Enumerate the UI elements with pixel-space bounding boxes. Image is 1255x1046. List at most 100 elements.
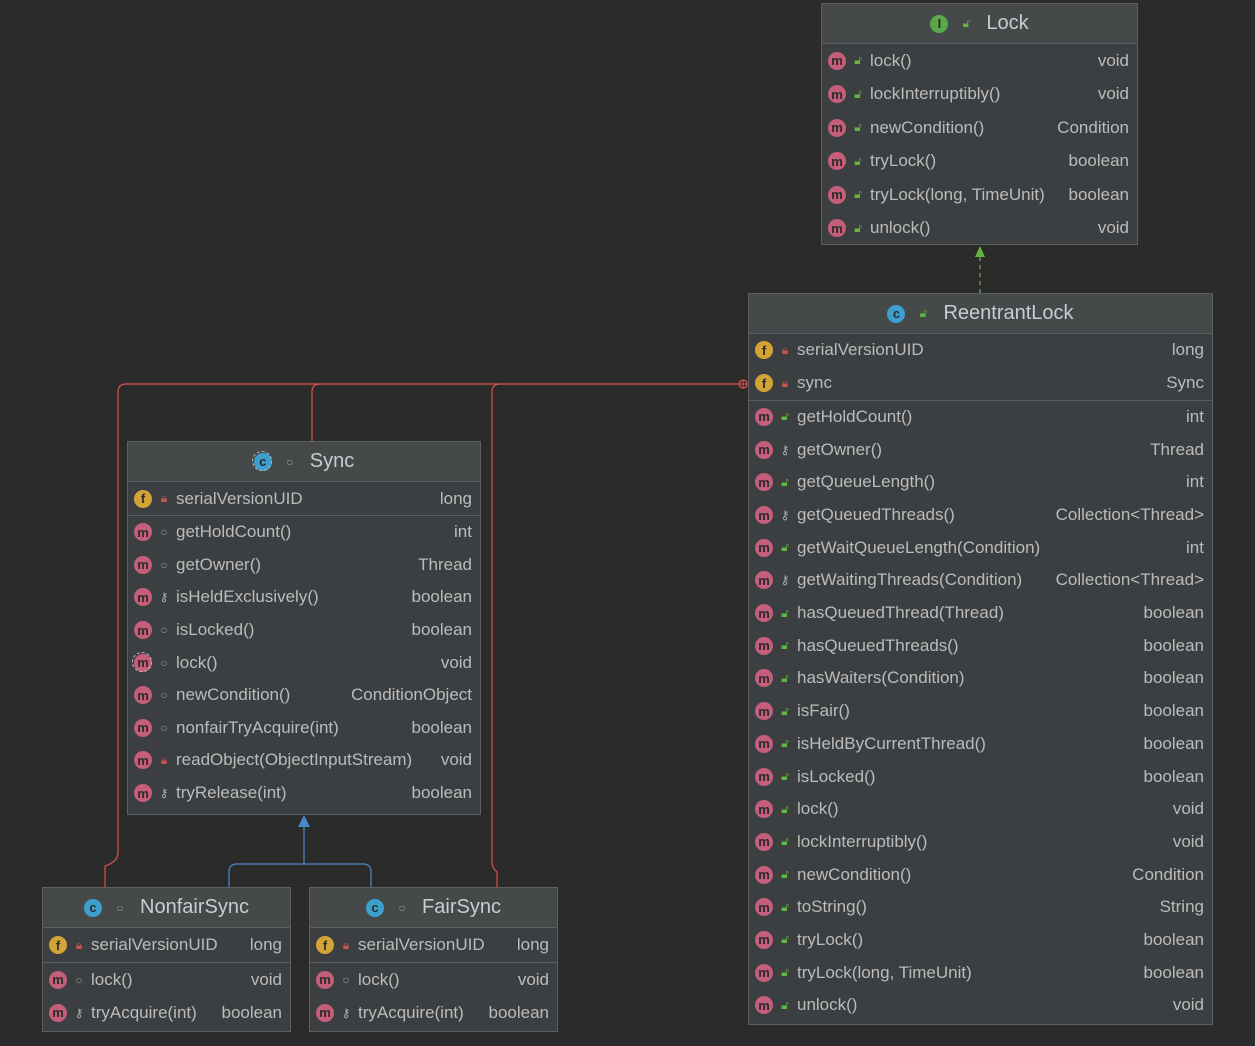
method-row[interactable]: m 🔓︎ getWaitQueueLength(Condition) int	[749, 531, 1212, 564]
private-icon: 🔒︎	[75, 937, 83, 952]
package-private-icon: ○	[160, 557, 168, 572]
method-row[interactable]: m 🔓︎ lock() void	[822, 44, 1137, 78]
method-icon: m	[755, 767, 773, 786]
method-icon: m	[755, 604, 773, 623]
method-row[interactable]: m ○ getHoldCount() int	[128, 516, 480, 549]
method-return-type: boolean	[488, 1002, 549, 1022]
sync-header: c ○ Sync	[128, 442, 480, 482]
method-icon: m	[755, 865, 773, 884]
method-name: tryLock()	[797, 929, 864, 949]
public-icon: 🔓︎	[781, 932, 789, 947]
package-private-icon: ○	[116, 900, 124, 915]
reentrantlock-methods-section: m 🔓︎ getHoldCount() int m ⚷ getOwner() Thread m 🔓…	[749, 401, 1212, 1022]
method-name: newCondition()	[176, 685, 291, 705]
method-row[interactable]: m 🔓︎ tryLock() boolean	[822, 145, 1137, 179]
method-row[interactable]: m ⚷ getWaitingThreads(Condition) Collection…	[749, 564, 1212, 597]
public-icon: 🔓︎	[781, 409, 789, 424]
method-name: newCondition()	[870, 117, 985, 137]
method-return-type: int	[1186, 472, 1204, 492]
private-icon: 🔒︎	[781, 375, 789, 390]
method-row[interactable]: m 🔓︎ lockInterruptibly() void	[822, 78, 1137, 112]
method-row[interactable]: m 🔓︎ unlock() void	[822, 212, 1137, 246]
method-name: getQueueLength()	[797, 472, 935, 492]
method-return-type: ConditionObject	[351, 685, 472, 705]
method-name: hasQueuedThread(Thread)	[797, 603, 1004, 623]
method-row[interactable]: m ○ lock() void	[310, 963, 557, 996]
field-row[interactable]: f 🔒︎ serialVersionUID long	[749, 334, 1212, 367]
method-name: tryLock(long, TimeUnit)	[870, 184, 1045, 204]
method-return-type: boolean	[411, 587, 472, 607]
method-name: isHeldExclusively()	[176, 587, 319, 607]
method-return-type: void	[440, 652, 472, 672]
lock-interface-box[interactable]: I 🔓︎ Lock m 🔓︎ lock() void m 🔓︎ lockInterrupti…	[821, 3, 1138, 245]
method-name: lockInterruptibly()	[870, 84, 1001, 104]
method-row[interactable]: m ⚷ getOwner() Thread	[749, 433, 1212, 466]
method-row[interactable]: m ○ isLocked() boolean	[128, 614, 480, 647]
method-icon: m	[755, 898, 773, 917]
class-title: NonfairSync	[140, 896, 249, 918]
method-row[interactable]: m 🔓︎ getQueueLength() int	[749, 466, 1212, 499]
method-row[interactable]: m ⚷ tryAcquire(int) boolean	[43, 996, 290, 1029]
method-name: lock()	[870, 50, 912, 70]
method-row[interactable]: m 🔓︎ getHoldCount() int	[749, 401, 1212, 434]
public-icon: 🔓︎	[919, 306, 928, 320]
method-return-type: Collection<Thread>	[1055, 505, 1204, 524]
method-name: tryAcquire(int)	[358, 1002, 464, 1022]
method-row[interactable]: m ○ lock() void	[43, 963, 290, 996]
method-icon: m	[828, 219, 846, 238]
method-row[interactable]: m 🔓︎ lock() void	[749, 793, 1212, 826]
method-row[interactable]: m 🔓︎ tryLock(long, TimeUnit) boolean	[822, 178, 1137, 212]
method-row[interactable]: m ○ newCondition() ConditionObject	[128, 679, 480, 712]
field-type: long	[249, 935, 282, 954]
field-row[interactable]: f 🔒︎ serialVersionUID long	[128, 482, 480, 515]
method-icon: m	[828, 85, 846, 104]
nonfairsync-class-box[interactable]: c ○ NonfairSync f 🔒︎ serialVersionUID long …	[42, 887, 291, 1032]
method-name: isHeldByCurrentThread()	[797, 733, 986, 753]
method-row[interactable]: m 🔓︎ isLocked() boolean	[749, 760, 1212, 793]
package-private-icon: ○	[160, 688, 168, 703]
package-private-icon: ○	[342, 972, 350, 987]
sync-class-box[interactable]: c ○ Sync f 🔒︎ serialVersionUID long m ○ getHo…	[127, 441, 481, 815]
method-row[interactable]: m 🔓︎ unlock() void	[749, 989, 1212, 1022]
method-return-type: void	[1172, 799, 1204, 819]
method-icon: m	[755, 702, 773, 721]
method-icon: m	[755, 996, 773, 1015]
method-row[interactable]: m ⚷ tryAcquire(int) boolean	[310, 996, 557, 1029]
method-return-type: void	[517, 969, 549, 989]
method-row[interactable]: m ⚷ isHeldExclusively() boolean	[128, 581, 480, 614]
public-icon: 🔓︎	[781, 540, 789, 555]
field-row[interactable]: f 🔒︎ sync Sync	[749, 367, 1212, 400]
method-row[interactable]: m 🔓︎ tryLock(long, TimeUnit) boolean	[749, 956, 1212, 989]
method-row[interactable]: m 🔓︎ isHeldByCurrentThread() boolean	[749, 727, 1212, 760]
method-return-type: boolean	[1143, 603, 1204, 623]
field-type: long	[516, 935, 549, 954]
method-row[interactable]: m 🔓︎ hasQueuedThreads() boolean	[749, 629, 1212, 662]
protected-icon: ⚷	[780, 508, 790, 522]
method-row[interactable]: m ⚷ tryRelease(int) boolean	[128, 777, 480, 810]
method-row[interactable]: m 🔓︎ hasWaiters(Condition) boolean	[749, 662, 1212, 695]
method-return-type: boolean	[411, 620, 472, 640]
field-row[interactable]: f 🔒︎ serialVersionUID long	[310, 928, 557, 962]
private-icon: 🔒︎	[342, 937, 350, 952]
method-row[interactable]: m 🔒︎ readObject(ObjectInputStream) void	[128, 744, 480, 777]
field-row[interactable]: f 🔒︎ serialVersionUID long	[43, 928, 290, 962]
fairsync-class-box[interactable]: c ○ FairSync f 🔒︎ serialVersionUID long m ○ l…	[309, 887, 558, 1032]
method-row[interactable]: m ○ lock() void	[128, 646, 480, 679]
method-row[interactable]: m 🔓︎ newCondition() Condition	[749, 858, 1212, 891]
method-row[interactable]: m 🔓︎ toString() String	[749, 891, 1212, 924]
field-icon: f	[134, 489, 152, 508]
method-row[interactable]: m 🔓︎ tryLock() boolean	[749, 924, 1212, 957]
method-row[interactable]: m 🔓︎ hasQueuedThread(Thread) boolean	[749, 597, 1212, 630]
method-row[interactable]: m 🔓︎ newCondition() Condition	[822, 111, 1137, 145]
method-row[interactable]: m 🔓︎ lockInterruptibly() void	[749, 826, 1212, 859]
public-icon: 🔓︎	[781, 703, 789, 718]
private-icon: 🔒︎	[160, 752, 168, 767]
method-row[interactable]: m ○ nonfairTryAcquire(int) boolean	[128, 712, 480, 745]
method-row[interactable]: m 🔓︎ isFair() boolean	[749, 695, 1212, 728]
reentrantlock-class-box[interactable]: c 🔓︎ ReentrantLock f 🔒︎ serialVersionUID lo…	[748, 293, 1213, 1025]
method-name: getQueuedThreads()	[797, 505, 955, 524]
method-row[interactable]: m ⚷ getQueuedThreads() Collection<Thread>	[749, 499, 1212, 532]
method-row[interactable]: m ○ getOwner() Thread	[128, 549, 480, 582]
method-icon: m	[134, 686, 152, 705]
method-return-type: boolean	[1068, 151, 1129, 171]
